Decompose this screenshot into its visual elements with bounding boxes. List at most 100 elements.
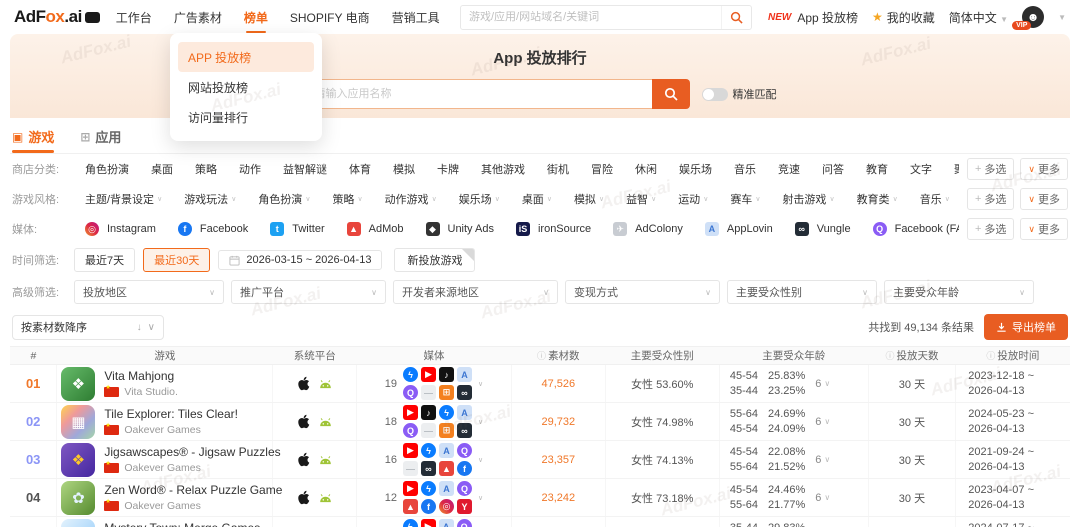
media-option[interactable]: ◆Unity Ads	[415, 222, 505, 236]
column-header[interactable]: ⓘ投放时间	[956, 347, 1070, 365]
filter-option[interactable]: 益智解谜	[272, 161, 338, 177]
column-header[interactable]: 游戏	[57, 347, 273, 365]
language-select[interactable]: 简体中文 ▼	[949, 9, 1008, 26]
filter-option[interactable]: 运动∨	[667, 191, 719, 207]
filter-option[interactable]: 娱乐场∨	[448, 191, 511, 207]
tab-应用[interactable]: ⊞应用	[80, 127, 121, 153]
media-icons[interactable]: 16▶ϟAQ—∞▲f∨	[357, 443, 511, 476]
game-info[interactable]: ❖Jigsawscapes® - Jigsaw PuzzlesOakever G…	[57, 443, 272, 477]
media-option[interactable]: fFacebook	[167, 222, 259, 236]
dropdown-item[interactable]: APP 投放榜	[178, 42, 314, 72]
filter-option[interactable]: 体育	[338, 161, 382, 177]
age-count[interactable]: 6 ∨	[815, 492, 830, 504]
last-7-days-button[interactable]: 最近7天	[74, 248, 135, 272]
multi-select-button[interactable]: +多选	[967, 218, 1014, 240]
advanced-select[interactable]: 投放地区∨	[74, 280, 224, 304]
media-option[interactable]: ∞Vungle	[784, 222, 862, 236]
filter-option[interactable]: 射击游戏∨	[771, 191, 845, 207]
more-button[interactable]: ∨更多	[1020, 158, 1068, 180]
filter-option[interactable]: 角色扮演∨	[247, 191, 321, 207]
filter-option[interactable]: 冒险	[580, 161, 624, 177]
filter-option[interactable]: 教育类∨	[846, 191, 909, 207]
advanced-select[interactable]: 开发者来源地区∨	[393, 280, 558, 304]
media-icons[interactable]: 12▶ϟAQ▲f◎Y∨	[357, 481, 511, 514]
column-header[interactable]: 主要受众性别	[605, 347, 719, 365]
column-header[interactable]: ⓘ投放天数	[868, 347, 956, 365]
media-option[interactable]: AAppLovin	[694, 222, 784, 236]
filter-option[interactable]: 竞速	[767, 161, 811, 177]
game-info[interactable]: ✿Zen Word® - Relax Puzzle GameOakever Ga…	[57, 481, 272, 515]
media-option[interactable]: QFacebook (FAN)	[862, 222, 959, 236]
media-icons[interactable]: 18▶♪ϟAQ—⊞∞∨	[357, 405, 511, 438]
sort-select[interactable]: 按素材数降序 ↓ ∨	[12, 315, 164, 340]
nav-search-input[interactable]	[461, 11, 721, 23]
tab-游戏[interactable]: ▣游戏	[12, 127, 54, 153]
filter-option[interactable]: 桌面	[140, 161, 184, 177]
filter-option[interactable]: 策略∨	[321, 191, 373, 207]
media-option[interactable]: ▲AdMob	[336, 222, 415, 236]
filter-option[interactable]: 文字	[899, 161, 943, 177]
nav-item[interactable]: 广告素材	[174, 0, 222, 35]
game-info[interactable]: ☕Mystery Town: Merge GamesCedar Games St…	[57, 519, 272, 527]
filter-option[interactable]: 街机	[536, 161, 580, 177]
advanced-select[interactable]: 主要受众年龄∨	[884, 280, 1034, 304]
filter-option[interactable]: 益智∨	[615, 191, 667, 207]
filter-option[interactable]: 娱乐场	[668, 161, 723, 177]
filter-option[interactable]: 音乐	[723, 161, 767, 177]
advanced-select[interactable]: 变现方式∨	[565, 280, 720, 304]
multi-select-button[interactable]: +多选	[967, 188, 1014, 210]
filter-option[interactable]: 音乐∨	[909, 191, 959, 207]
filter-option[interactable]: 休闲	[624, 161, 668, 177]
column-header[interactable]: ⓘ素材数	[511, 347, 605, 365]
filter-option[interactable]: 动作	[228, 161, 272, 177]
game-info[interactable]: ❖Vita MahjongVita Studio.	[57, 367, 272, 401]
filter-option[interactable]: 卡牌	[426, 161, 470, 177]
filter-option[interactable]: 桌面∨	[511, 191, 563, 207]
media-icons[interactable]: 19ϟ▶♪AQ—⊞∞∨	[357, 367, 511, 400]
nav-item[interactable]: 营销工具	[392, 0, 440, 35]
advanced-select[interactable]: 主要受众性别∨	[727, 280, 877, 304]
nav-item[interactable]: SHOPIFY 电商	[290, 0, 370, 35]
column-header[interactable]: #	[10, 347, 57, 365]
filter-option[interactable]: 游戏玩法∨	[173, 191, 247, 207]
exact-match-toggle[interactable]	[702, 88, 728, 101]
column-header[interactable]: 系统平台	[273, 347, 357, 365]
column-header[interactable]: 媒体	[357, 347, 512, 365]
age-count[interactable]: 6 ∨	[815, 416, 830, 428]
column-header[interactable]: 主要受众年龄	[719, 347, 868, 365]
chevron-down-icon[interactable]: ▼	[1058, 13, 1066, 22]
age-count[interactable]: 6 ∨	[815, 454, 830, 466]
export-button[interactable]: 导出榜单	[984, 314, 1068, 340]
dropdown-item[interactable]: 访问量排行	[178, 102, 314, 132]
filter-option[interactable]: 主题/背景设定∨	[74, 191, 173, 207]
search-button[interactable]	[652, 79, 690, 109]
last-30-days-button[interactable]: 最近30天	[143, 248, 210, 272]
media-option[interactable]: ✈AdColony	[602, 222, 694, 236]
favorites-link[interactable]: 我的收藏	[887, 9, 935, 26]
nav-item[interactable]: 榜单	[244, 0, 268, 35]
filter-option[interactable]: 模拟	[382, 161, 426, 177]
filter-option[interactable]: 聚会游戏	[943, 161, 959, 177]
filter-option[interactable]: 其他游戏	[470, 161, 536, 177]
advanced-select[interactable]: 推广平台∨	[231, 280, 386, 304]
avatar[interactable]: ☻ VIP	[1022, 6, 1044, 28]
nav-item[interactable]: 工作台	[116, 0, 152, 35]
game-info[interactable]: ▦Tile Explorer: Tiles Clear!Oakever Game…	[57, 405, 272, 439]
dropdown-item[interactable]: 网站投放榜	[178, 72, 314, 102]
logo[interactable]: AdFox.ai	[14, 7, 100, 27]
date-range-picker[interactable]: 2026-03-15 ~ 2026-04-13	[218, 250, 382, 270]
filter-option[interactable]: 动作游戏∨	[374, 191, 448, 207]
more-button[interactable]: ∨更多	[1020, 188, 1068, 210]
filter-option[interactable]: 策略	[184, 161, 228, 177]
new-games-checkbox[interactable]: 新投放游戏	[394, 248, 475, 272]
filter-option[interactable]: 角色扮演	[74, 161, 140, 177]
app-search-input[interactable]	[304, 79, 652, 109]
media-option[interactable]: iSironSource	[505, 222, 602, 236]
nav-search-button[interactable]	[721, 5, 751, 30]
media-option[interactable]: tTwitter	[259, 222, 335, 236]
media-icons[interactable]: 11ϟ▶AQ▲f◎◀∨	[357, 519, 511, 527]
age-count[interactable]: 6 ∨	[815, 378, 830, 390]
filter-option[interactable]: 赛车∨	[719, 191, 771, 207]
media-option[interactable]: ◎Instagram	[74, 222, 167, 236]
filter-option[interactable]: 问答	[811, 161, 855, 177]
